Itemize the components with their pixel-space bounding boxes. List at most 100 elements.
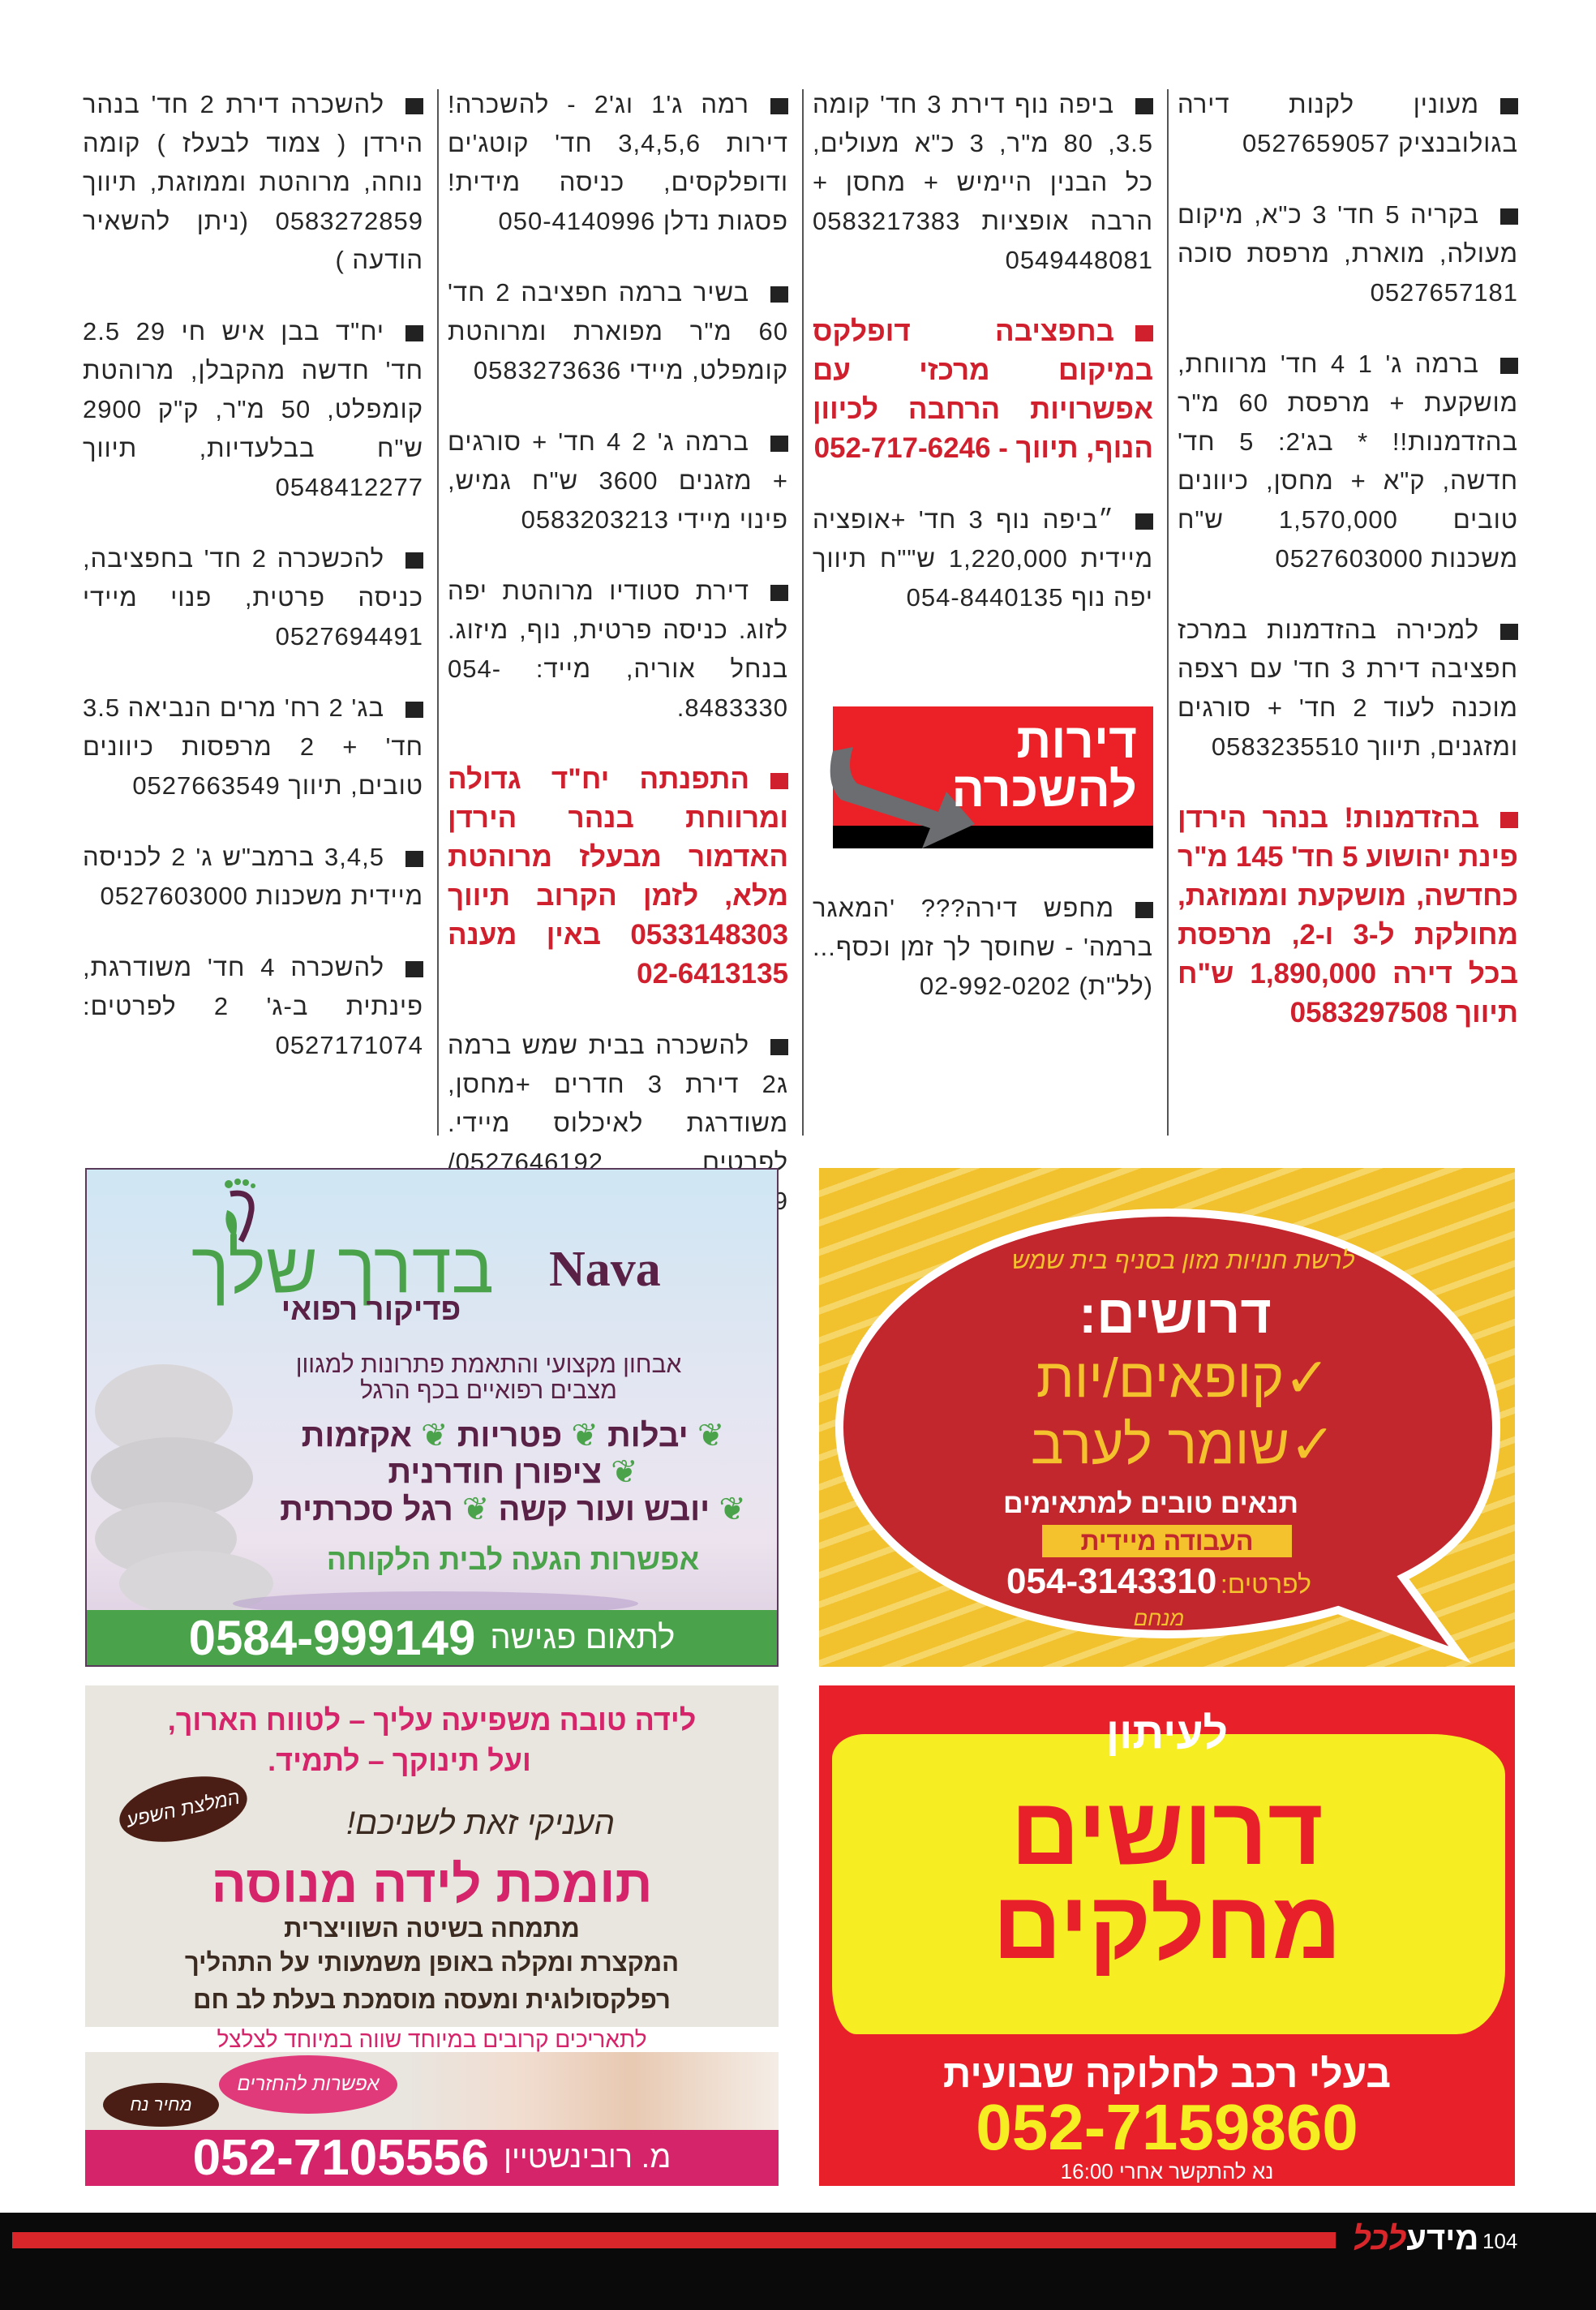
wanted-heading: דרושים: xyxy=(1079,1284,1272,1344)
column-divider xyxy=(437,89,439,1136)
page-number: 104 xyxy=(1482,2229,1518,2253)
classified-ad-text: 3,4,5 ברמב"ש ג' 2 לכניסה מיידית משכנות 0… xyxy=(83,843,423,910)
check-icon: ✓ xyxy=(1284,1347,1331,1409)
classified-ad: בשיר ברמה חפציבה 2 חד' 60 מ"ר מפוארת ומר… xyxy=(448,273,789,390)
specialty-line: רפלקסולוגית ומעסה מוסמכת בעלת לב חם xyxy=(193,1986,671,2014)
job-role-label: שומר לערב xyxy=(1030,1414,1290,1475)
classified-ad: התפנתה יח"ד גדולה ומרווחת בנהר הירדן האד… xyxy=(448,760,788,994)
phone-bar: לתאום פגישה 0584-999149 xyxy=(87,1610,777,1665)
banner-line-2: להשכרה xyxy=(951,762,1138,817)
classifieds-column-4: להשכרה דירת 2 חד' בנהר הירדן ( צמוד לבעל… xyxy=(83,85,423,1065)
bullet-square-icon xyxy=(405,552,423,569)
classified-ad: בג' 2 רח' מרים הנביאה 3.5 חד' + 2 מרפסות… xyxy=(83,689,423,805)
bullet-square-icon xyxy=(770,97,788,114)
classified-ad-text: מעונין לקנות דירה בגולובנציק 0527659057 xyxy=(1178,90,1518,157)
bullet-square-icon xyxy=(770,286,789,303)
refund-badge: אפשרות להחזרים xyxy=(219,2055,397,2114)
bullet-square-icon xyxy=(1500,97,1518,114)
treatment-item: פטריות xyxy=(457,1418,563,1453)
bullet-square-icon xyxy=(1135,324,1153,341)
classifieds-column-3: רמה ג'1 וג'2 - להשכרה! דירות 3,4,5,6 חד'… xyxy=(448,85,789,1221)
classified-ad: ברמה ג' 2 4 חד' + סורגים + מזגנים 3600 ש… xyxy=(448,423,788,539)
bullet-square-icon xyxy=(1500,811,1518,828)
specialty-line: המקצרת ומקלה באופן משמעותי על התהליך xyxy=(184,1948,680,1977)
ad-header: לרשת חנויות מזון בסניף בית שמש xyxy=(1011,1247,1355,1274)
to-newspaper-label: לעיתון xyxy=(1105,1709,1229,1758)
home-visit-note: אפשרות הגעה לבית הלקוחה xyxy=(326,1543,700,1576)
phone-number[interactable]: 0584-999149 xyxy=(189,1610,476,1666)
bullet-square-icon xyxy=(1499,357,1518,374)
classified-ad-text: התפנתה יח"ד גדולה ומרווחת בנהר הירדן האד… xyxy=(448,763,788,990)
ad-title: תומכת לידה מנוסה xyxy=(211,1855,653,1913)
ad-description: אבחון מקצועי והתאמת פתרונות למגוון xyxy=(295,1351,682,1378)
section-banner-apartments-for-rent: דירות להשכרה xyxy=(830,706,1153,848)
phone-number[interactable]: 052-7159860 xyxy=(819,2093,1515,2162)
classified-ad: להשכרה דירת 2 חד' בנהר הירדן ( צמוד לבעל… xyxy=(83,85,423,280)
phone-number[interactable]: 054-3143310 xyxy=(1006,1561,1216,1602)
treatment-item: ציפורן חודרנית xyxy=(388,1454,602,1490)
bullet-square-icon xyxy=(1500,208,1518,225)
footer-red-rule xyxy=(12,2232,1336,2248)
publication-logo: מידעלכל xyxy=(1353,2221,1478,2257)
ad-headline: ועל תינוקך – לתמיד. xyxy=(268,1744,531,1777)
classified-ad: מחפש דירה??? 'המאגר ברמה' - שחוסך לך זמן… xyxy=(813,889,1153,1006)
page-footer: מידעלכל 104 xyxy=(0,2213,1596,2310)
contact-name: מ. רובינשטיין xyxy=(504,2140,671,2175)
classified-ad-text: דירת סטודיו מרוהטת יפה לזוג. כניסה פרטית… xyxy=(448,577,788,722)
terms-text: תנאים טובים למתאימים xyxy=(1002,1488,1299,1519)
phone-bar: מ. רובינשטיין 052-7105556 xyxy=(85,2130,779,2186)
treatment-list-row: ❦ יבלות ❦ פטריות ❦ אקזמות xyxy=(301,1418,725,1453)
cta-label: לתאום פגישה xyxy=(490,1619,676,1655)
classified-ad-text: מחפש דירה??? 'המאגר ברמה' - שחוסך לך זמן… xyxy=(813,894,1153,1000)
role-heading: מחלקים xyxy=(993,1872,1341,1979)
classified-ad-text: רמה ג'1 וג'2 - להשכרה! דירות 3,4,5,6 חד'… xyxy=(448,90,788,235)
classified-ad-text: למכירה בהזדמנות במרכז חפציבה דירת 3 חד' … xyxy=(1178,616,1518,761)
column-divider xyxy=(1167,89,1169,1136)
treatment-item: אקזמות xyxy=(301,1418,412,1453)
classified-ad: ביפה נוף דירת 3 חד' קומה 3.5, 80 מ"ר, 3 … xyxy=(813,85,1154,280)
bullet-square-icon xyxy=(405,324,423,341)
banner-line-1: דירות xyxy=(1016,714,1137,768)
call-hours-note: נא להתקשר אחרי 16:00 xyxy=(1060,2159,1274,2183)
classified-ad: 3,4,5 ברמב"ש ג' 2 לכניסה מיידית משכנות 0… xyxy=(83,838,423,916)
availability-strip: לתאריכים קרובים במיוחד שווה במיוחד לצלצל xyxy=(85,2027,779,2052)
classifieds-column-2: ביפה נוף דירת 3 חד' קומה 3.5, 80 מ"ר, 3 … xyxy=(813,85,1154,1006)
job-role-label: קופאים/יות xyxy=(1036,1347,1285,1409)
bullet-square-icon xyxy=(1500,623,1518,640)
script-slogan: העניקי זאת לשניכם! xyxy=(346,1805,615,1841)
ad-subtitle: פדיקור רפואי xyxy=(281,1293,461,1327)
classified-ad-text: בהזדמנות! בנהר הירדן פינת יהושוע 5 חד' 1… xyxy=(1178,802,1518,1028)
contact-name: מנחם xyxy=(1133,1606,1185,1630)
classified-ad: בחפציבה דופלקס במיקום מרכזי עם אפשרויות … xyxy=(813,312,1153,468)
treatment-item: יבלות xyxy=(607,1418,689,1453)
treatment-list-row: ❦ יובש ועור קשה ❦ רגל סכרתית xyxy=(280,1492,746,1527)
contact-line: לפרטים: 054-3143310 xyxy=(819,1561,1515,1602)
check-icon: ✓ xyxy=(1289,1414,1336,1475)
phone-number[interactable]: 052-7105556 xyxy=(193,2129,489,2186)
classifieds-column-1: מעונין לקנות דירה בגולובנציק 0527659057 ב… xyxy=(1178,85,1518,1033)
bullet-square-icon xyxy=(770,1038,788,1055)
ad-distributors-wanted: לעיתון דרושים מחלקים בעלי רכב לחלוקה שבו… xyxy=(819,1685,1515,2186)
price-badge: מחיר נח xyxy=(103,2083,219,2127)
classified-ad: דירת סטודיו מרוהטת יפה לזוג. כניסה פרטית… xyxy=(448,572,788,728)
classified-ad: רמה ג'1 וג'2 - להשכרה! דירות 3,4,5,6 חד'… xyxy=(448,85,788,241)
classified-ad: מעונין לקנות דירה בגולובנציק 0527659057 xyxy=(1178,85,1518,163)
bullet-square-icon xyxy=(1135,513,1153,530)
classified-ad: בקריה 5 חד' 3 כ"א, מיקום מעולה, מוארת, מ… xyxy=(1178,195,1518,312)
ad-doula: לידה טובה משפיעה עליך – לטווח הארוך, ועל… xyxy=(85,1685,779,2186)
column-divider xyxy=(802,89,804,1136)
baby-photo xyxy=(410,2052,779,2130)
classified-ad-text: ביפה נוף דירת 3 חד' קומה 3.5, 80 מ"ר, 3 … xyxy=(813,90,1153,274)
classified-ad: ברמה ג' 1 4 חד' מרווחת, מושקעת + מרפסת 6… xyxy=(1178,345,1518,578)
classified-ad-text: בג' 2 רח' מרים הנביאה 3.5 חד' + 2 מרפסות… xyxy=(83,693,423,800)
immediate-badge: העבודה מיידית xyxy=(1042,1525,1292,1557)
classified-ad-text: ״ביפה נוף 3 חד' +אופציה מיידית 1,220,000… xyxy=(813,505,1154,612)
bullet-square-icon xyxy=(405,960,423,977)
classified-ad-text: ברמה ג' 2 4 חד' + סורגים + מזגנים 3600 ש… xyxy=(448,427,788,534)
classified-ad: למכירה בהזדמנות במרכז חפציבה דירת 3 חד' … xyxy=(1178,611,1518,766)
classified-ad-text: ברמה ג' 1 4 חד' מרווחת, מושקעת + מרפסת 6… xyxy=(1178,350,1519,573)
classified-ad: בהזדמנות! בנהר הירדן פינת יהושוע 5 חד' 1… xyxy=(1178,799,1518,1033)
bullet-square-icon xyxy=(405,701,423,718)
logo-accent: לכל xyxy=(1353,2221,1407,2256)
job-role: ✓שומר לערב xyxy=(852,1413,1515,1477)
